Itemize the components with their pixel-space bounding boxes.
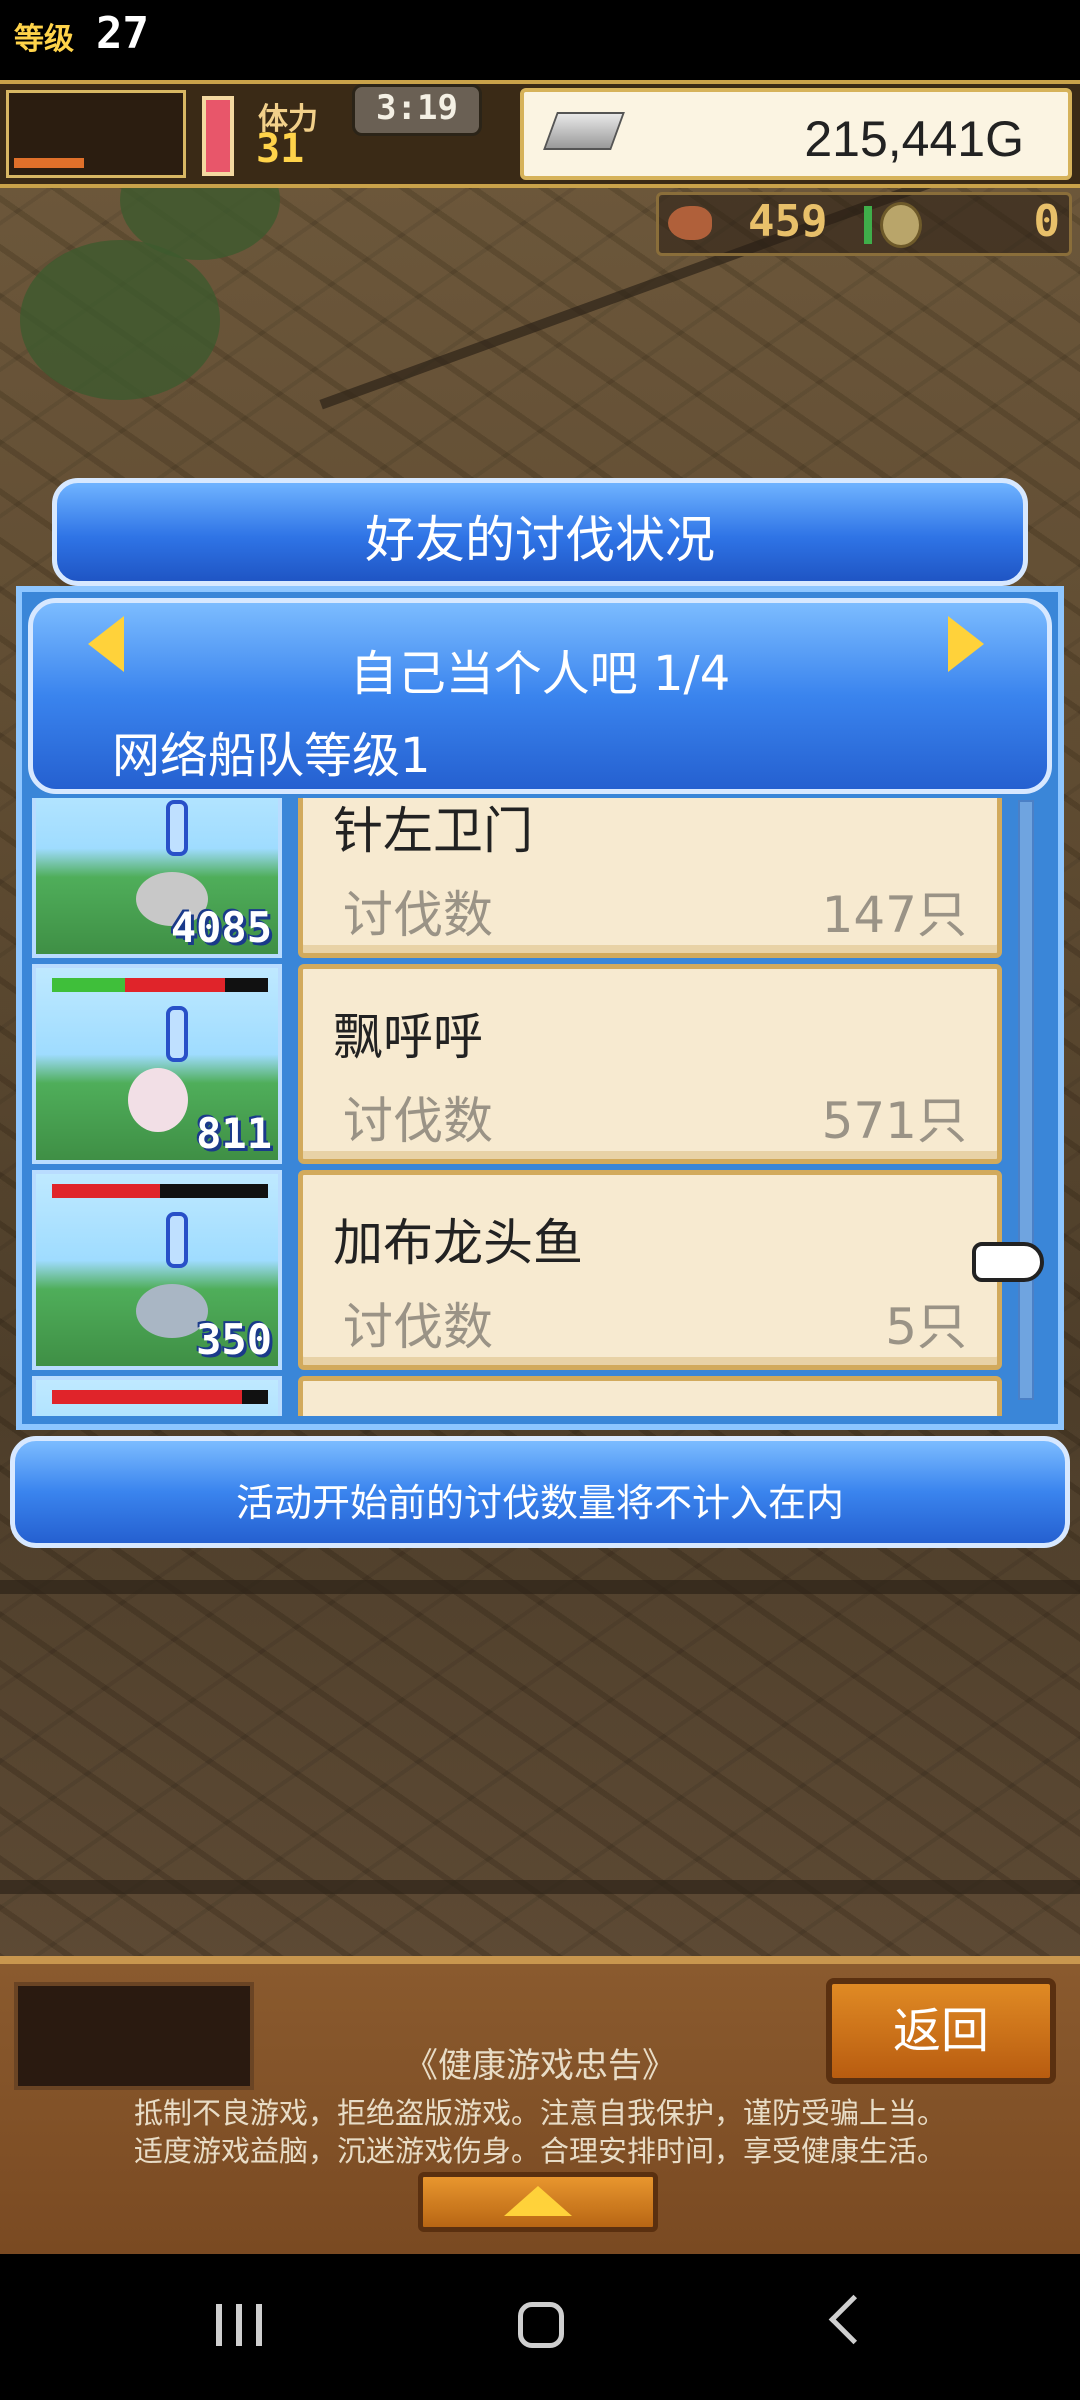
hp-bar bbox=[52, 1390, 268, 1404]
monster-thumbnail: 4085 bbox=[32, 798, 282, 958]
recents-icon[interactable] bbox=[210, 2300, 270, 2350]
money-value: 215,441G bbox=[804, 111, 1024, 167]
monster-card: 飘呼呼 讨伐数 571只 bbox=[298, 964, 1002, 1164]
list-item[interactable]: 4085 针左卫门 讨伐数 147只 bbox=[32, 798, 1012, 958]
dialog-title: 好友的讨伐状况 bbox=[365, 511, 715, 569]
list-item[interactable]: 350 加布龙头鱼 讨伐数 5只 bbox=[32, 1170, 1012, 1370]
kill-count-label: 讨伐数 bbox=[343, 886, 493, 944]
kill-count-label: 讨伐数 bbox=[343, 1298, 493, 1356]
resource-divider bbox=[864, 206, 872, 244]
list-scrollbar[interactable] bbox=[1018, 800, 1034, 1400]
stamina-value: 31 bbox=[256, 126, 305, 172]
exclamation-icon bbox=[166, 1212, 188, 1268]
meat-icon bbox=[668, 206, 712, 240]
kill-count: 5只 bbox=[885, 1298, 967, 1356]
hp-bar-red bbox=[52, 1184, 160, 1198]
monster-card: 加布龙头鱼 讨伐数 5只 bbox=[298, 1170, 1002, 1370]
level-value: 27 bbox=[96, 8, 149, 59]
hp-bar bbox=[52, 978, 268, 992]
level-label: 等级 bbox=[14, 22, 74, 57]
ghost-icon bbox=[128, 1068, 188, 1132]
monster-card: 针左卫门 讨伐数 147只 bbox=[298, 798, 1002, 958]
hp-bar-green bbox=[52, 978, 125, 992]
exclamation-icon bbox=[166, 1006, 188, 1062]
hp-bar-red bbox=[52, 1390, 242, 1404]
monster-name: 飘呼呼 bbox=[333, 1008, 483, 1066]
monster-thumbnail bbox=[32, 1376, 282, 1416]
stamina-timer: 3:19 bbox=[376, 88, 458, 128]
monster-name: 加布龙头鱼 bbox=[333, 1214, 583, 1272]
silver-bar-icon bbox=[543, 112, 625, 150]
kill-count-label: 讨伐数 bbox=[343, 1092, 493, 1150]
monster-thumbnail: 350 bbox=[32, 1170, 282, 1370]
list-item[interactable] bbox=[32, 1376, 1012, 1416]
medal-icon bbox=[880, 202, 922, 248]
health-advisory-line: 抵制不良游戏，拒绝盗版游戏。注意自我保护，谨防受骗上当。 bbox=[133, 2096, 946, 2130]
monster-number: 811 bbox=[196, 1109, 272, 1158]
monster-thumbnail: 811 bbox=[32, 964, 282, 1164]
fleet-level: 网络船队等级1 bbox=[112, 728, 431, 784]
exp-bar bbox=[14, 158, 84, 168]
pointing-hand-icon bbox=[972, 1242, 1044, 1282]
hp-bar bbox=[52, 1184, 268, 1198]
stamina-bar bbox=[202, 96, 234, 176]
monster-card bbox=[298, 1376, 1002, 1416]
health-advisory-title: 《健康游戏忠告》 bbox=[404, 2046, 676, 2086]
arrow-up-icon bbox=[504, 2186, 572, 2216]
health-advisory-line: 适度游戏益脑，沉迷游戏伤身。合理安排时间，享受健康生活。 bbox=[133, 2134, 946, 2168]
monster-number: 350 bbox=[196, 1315, 272, 1364]
exclamation-icon bbox=[166, 800, 188, 856]
medal-count: 0 bbox=[1033, 196, 1061, 247]
home-icon[interactable] bbox=[518, 2302, 564, 2348]
friend-name: 自己当个人吧 1/4 bbox=[349, 646, 731, 702]
monster-name: 针左卫门 bbox=[333, 802, 533, 860]
kill-count: 147只 bbox=[821, 886, 967, 944]
monster-number: 4085 bbox=[170, 903, 272, 952]
notice-text: 活动开始前的讨伐数量将不计入在内 bbox=[235, 1481, 844, 1525]
meat-count: 459 bbox=[748, 196, 828, 247]
subjugation-list[interactable]: 4085 针左卫门 讨伐数 147只 811 飘呼呼 讨伐数 571只 350 … bbox=[32, 798, 1012, 1416]
list-item[interactable]: 811 飘呼呼 讨伐数 571只 bbox=[32, 964, 1012, 1164]
kill-count: 571只 bbox=[821, 1092, 967, 1150]
